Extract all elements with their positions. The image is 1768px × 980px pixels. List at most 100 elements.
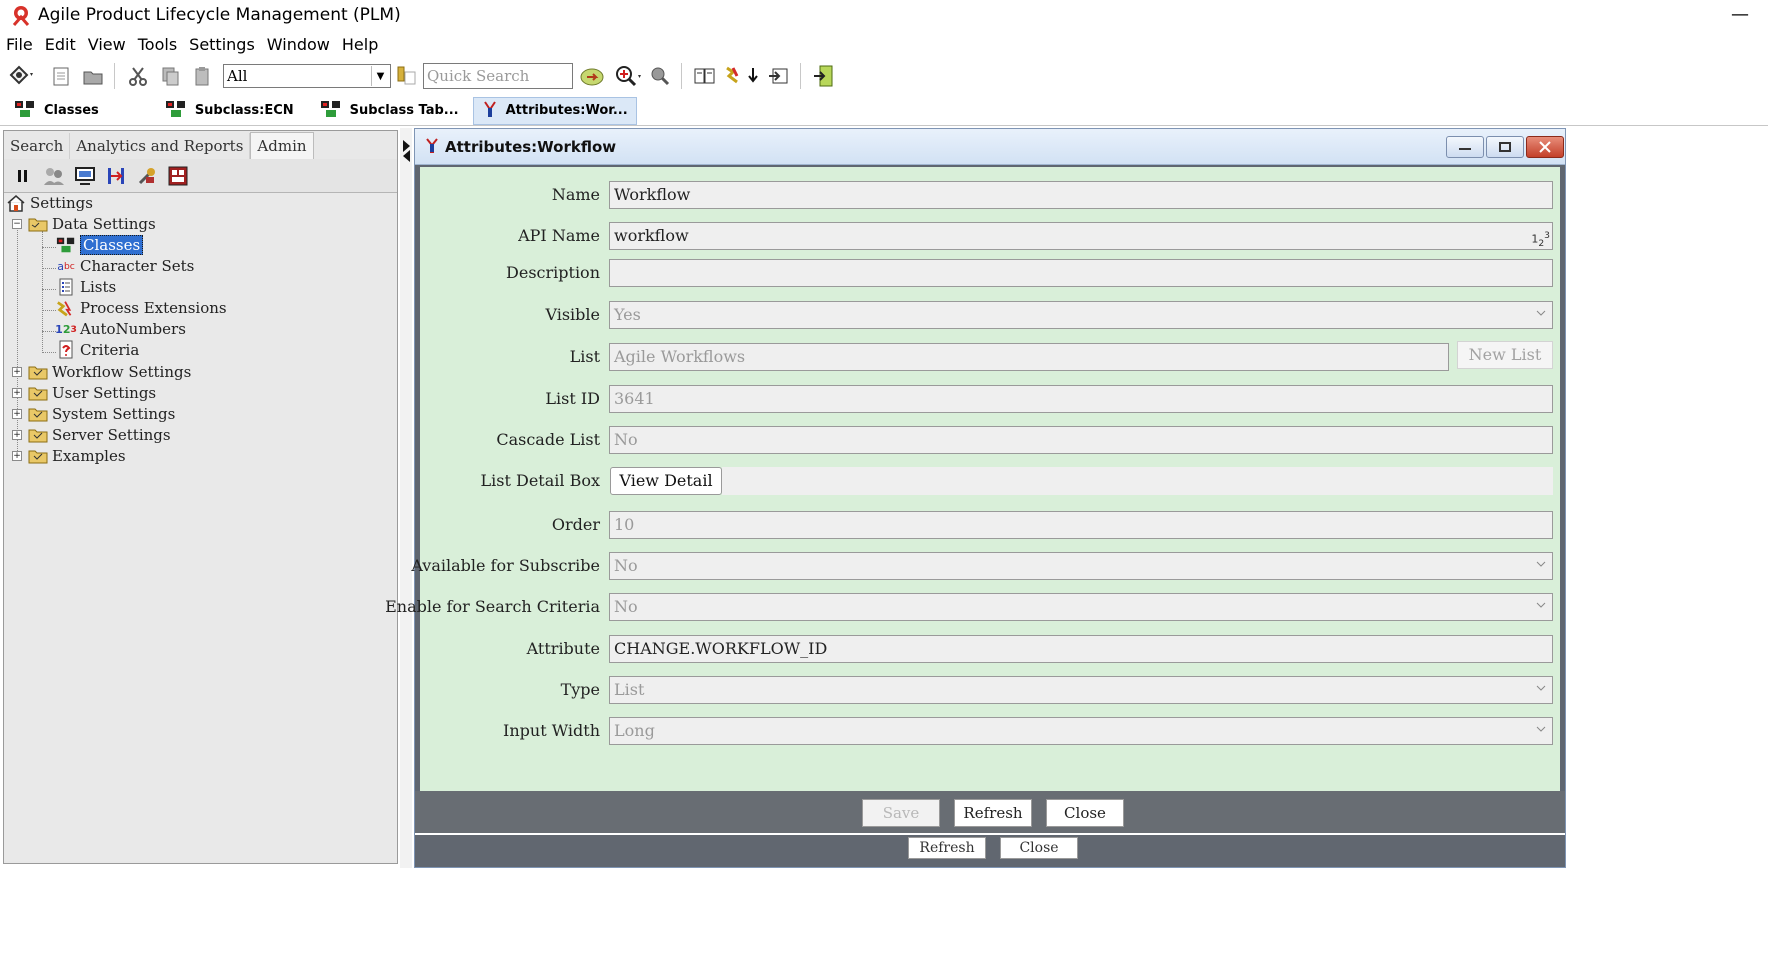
expand-icon[interactable]: +: [12, 430, 22, 440]
advanced-search-icon[interactable]: [613, 61, 643, 91]
list-field[interactable]: Agile Workflows: [609, 343, 1449, 371]
available-for-subscribe-select[interactable]: No: [609, 552, 1553, 580]
tab-attributes-workflow[interactable]: Attributes:Wor...: [472, 96, 637, 125]
name-field[interactable]: Workflow: [609, 181, 1553, 209]
create-new-icon[interactable]: [6, 61, 36, 91]
input-width-label: Input Width: [503, 721, 600, 740]
users-icon[interactable]: [41, 163, 67, 189]
tree-node-data-settings[interactable]: − Data Settings: [12, 214, 156, 234]
monitor-icon[interactable]: [72, 163, 98, 189]
new-list-button[interactable]: New List: [1457, 341, 1553, 369]
menu-window[interactable]: Window: [261, 35, 336, 54]
visible-select[interactable]: Yes: [609, 301, 1553, 329]
tree-node-process-extensions[interactable]: Process Extensions: [56, 298, 227, 318]
admin-tree: Settings − Data Settings Classes a bc Cha…: [4, 193, 397, 861]
tab-analytics-reports[interactable]: Analytics and Reports: [70, 133, 251, 159]
search-filter-icon[interactable]: [395, 61, 419, 91]
tree-node-system-settings[interactable]: + System Settings: [12, 404, 175, 424]
cascade-list-field[interactable]: No: [609, 426, 1553, 454]
tree-node-lists[interactable]: Lists: [56, 277, 116, 297]
expand-icon[interactable]: +: [12, 409, 22, 419]
number-format-icon: 123: [1531, 230, 1550, 249]
window-close-button[interactable]: [1526, 136, 1564, 158]
report-icon[interactable]: [165, 163, 191, 189]
menu-settings[interactable]: Settings: [183, 35, 261, 54]
window-restore-button[interactable]: [1486, 136, 1524, 158]
tab-search[interactable]: Search: [4, 133, 71, 159]
app-title-bar: Agile Product Lifecycle Management (PLM)…: [0, 0, 1768, 30]
enable-for-search-criteria-select[interactable]: No: [609, 593, 1553, 621]
tree-node-classes[interactable]: Classes: [56, 235, 144, 255]
open-folder-icon[interactable]: [78, 61, 108, 91]
close-button[interactable]: Close: [1046, 799, 1124, 827]
menu-bar: File Edit View Tools Settings Window Hel…: [0, 32, 1768, 56]
tab-admin[interactable]: Admin: [250, 132, 314, 159]
search-scope-select[interactable]: All ▼: [223, 64, 391, 88]
chevron-down-icon: [1536, 310, 1546, 316]
copy-icon[interactable]: [155, 61, 185, 91]
tree-node-criteria[interactable]: Criteria: [56, 340, 139, 360]
menu-help[interactable]: Help: [336, 35, 384, 54]
menu-view[interactable]: View: [82, 35, 132, 54]
minimize-button[interactable]: —: [1726, 0, 1754, 28]
field-row-enable-for-search-criteria: Enable for Search Criteria No: [385, 591, 1560, 621]
save-button[interactable]: Save: [862, 799, 940, 827]
classes-icon: [320, 100, 342, 122]
refresh-button[interactable]: Refresh: [954, 799, 1032, 827]
attribute-field[interactable]: CHANGE.WORKFLOW_ID: [609, 635, 1553, 663]
cut-icon[interactable]: [123, 61, 153, 91]
menu-tools[interactable]: Tools: [132, 35, 183, 54]
classes-icon: [14, 100, 36, 122]
panel-splitter[interactable]: [400, 128, 412, 868]
tree-node-settings[interactable]: Settings: [6, 193, 93, 213]
order-field[interactable]: 10: [609, 511, 1553, 539]
tree-connector: [42, 310, 56, 311]
collapse-icon[interactable]: −: [12, 219, 22, 229]
tools-icon[interactable]: [134, 163, 160, 189]
menu-edit[interactable]: Edit: [39, 35, 82, 54]
tree-node-examples[interactable]: + Examples: [12, 446, 126, 466]
tab-label: Subclass Tab...: [349, 103, 459, 118]
collapse-panel-icon[interactable]: [401, 138, 411, 168]
input-width-select[interactable]: Long: [609, 717, 1553, 745]
expand-icon[interactable]: +: [12, 388, 22, 398]
tab-subclass-ecn[interactable]: Subclass:ECN: [157, 97, 302, 125]
outer-refresh-button[interactable]: Refresh: [908, 837, 986, 859]
outer-close-button[interactable]: Close: [1000, 837, 1078, 859]
classes-icon: [165, 100, 187, 122]
api-name-field[interactable]: workflow 123: [609, 222, 1553, 250]
type-value: List: [614, 680, 645, 699]
tree-connector: [42, 289, 56, 290]
expand-icon[interactable]: +: [12, 451, 22, 461]
window-minimize-button[interactable]: [1446, 136, 1484, 158]
tab-classes[interactable]: Classes: [6, 97, 107, 125]
tree-node-server-settings[interactable]: + Server Settings: [12, 425, 171, 445]
book-icon[interactable]: [690, 61, 720, 91]
pause-icon[interactable]: [10, 163, 36, 189]
exit-icon[interactable]: [809, 61, 839, 91]
chevron-down-icon[interactable]: ▼: [371, 66, 389, 86]
menu-file[interactable]: File: [0, 35, 39, 54]
description-field[interactable]: [609, 259, 1553, 287]
process-extensions-icon: [56, 299, 76, 317]
import-icon[interactable]: [722, 61, 762, 91]
go-search-icon[interactable]: [577, 61, 607, 91]
tree-node-character-sets[interactable]: a bc Character Sets: [56, 256, 194, 276]
field-row-cascade-list: Cascade List No: [420, 424, 1560, 454]
search-people-icon[interactable]: [645, 61, 675, 91]
list-id-field[interactable]: 3641: [609, 385, 1553, 413]
expand-icon[interactable]: +: [12, 367, 22, 377]
view-detail-button[interactable]: View Detail: [610, 467, 722, 495]
tab-subclass-tab[interactable]: Subclass Tab...: [312, 97, 467, 125]
export-icon[interactable]: [764, 61, 794, 91]
type-select[interactable]: List: [609, 676, 1553, 704]
tree-node-workflow-settings[interactable]: + Workflow Settings: [12, 362, 191, 382]
list-icon: [56, 278, 76, 296]
quick-search-input[interactable]: Quick Search: [423, 63, 573, 89]
paste-icon[interactable]: [187, 61, 217, 91]
compare-icon[interactable]: [103, 163, 129, 189]
list-id-label: List ID: [545, 389, 600, 408]
new-document-icon[interactable]: [46, 61, 76, 91]
tree-node-autonumbers[interactable]: 123 AutoNumbers: [55, 319, 186, 339]
tree-node-user-settings[interactable]: + User Settings: [12, 383, 156, 403]
